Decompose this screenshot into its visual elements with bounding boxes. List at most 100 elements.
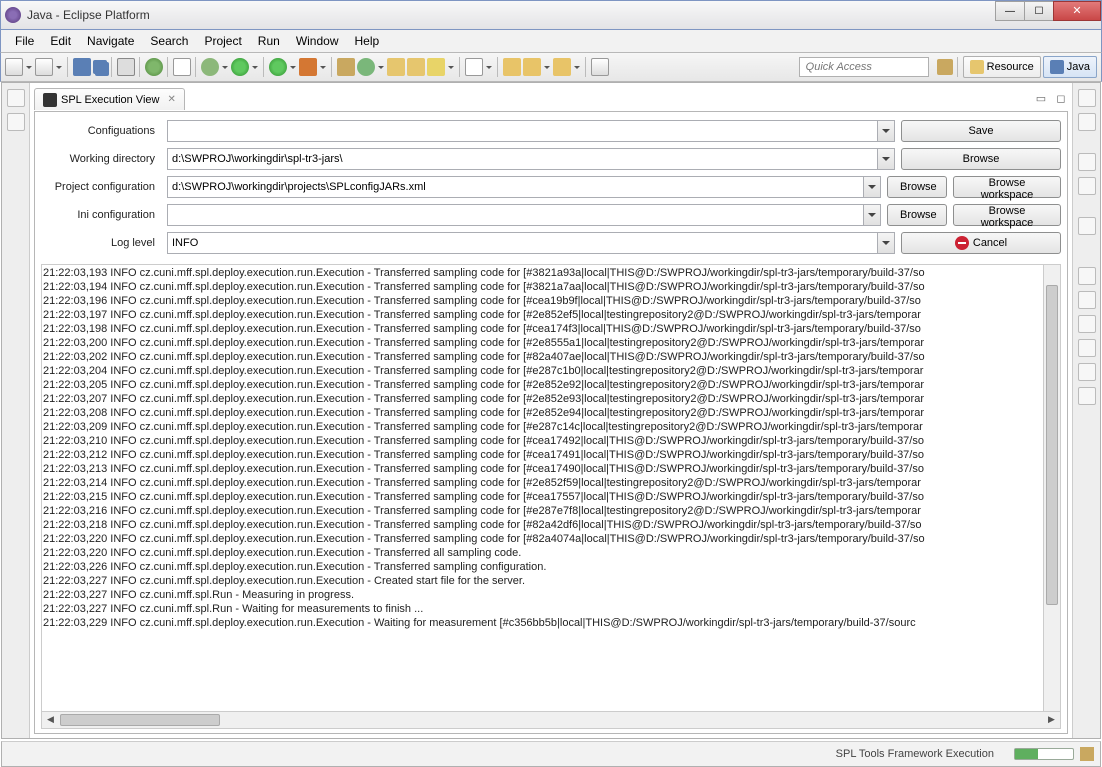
configurations-dropdown-icon[interactable] [877,121,894,141]
new-project-icon[interactable] [35,58,53,76]
minimize-button[interactable] [995,1,1025,21]
new-folder-icon[interactable] [387,58,405,76]
new-dropdown[interactable] [25,58,33,76]
new-package-icon[interactable] [337,58,355,76]
maximize-button[interactable] [1024,1,1054,21]
back-icon[interactable] [523,58,541,76]
run-last-icon[interactable] [269,58,287,76]
scroll-right-icon[interactable]: ▶ [1043,712,1060,728]
menu-project[interactable]: Project [196,32,249,50]
close-tab-icon[interactable]: ✕ [167,94,175,105]
maximize-view-icon[interactable]: ◻ [1054,92,1068,106]
loglevel-input[interactable] [168,233,876,253]
javadoc-trim-icon[interactable] [1078,315,1096,333]
scrollbar-thumb-h[interactable] [60,714,220,726]
debug-dropdown[interactable] [221,58,229,76]
workingdir-dropdown-icon[interactable] [877,149,894,169]
iniconfig-combo[interactable] [167,204,881,226]
browse-workspace-projectconfig-button[interactable]: Browse workspace [953,176,1061,198]
tab-spl-execution-view[interactable]: SPL Execution View ✕ [34,88,185,110]
minimize-view-icon[interactable]: ▭ [1034,92,1048,106]
perspective-java[interactable]: Java [1043,56,1097,78]
menu-file[interactable]: File [7,32,42,50]
restore-right-icon[interactable] [1078,89,1096,107]
last-edit-icon[interactable] [503,58,521,76]
save-all-icon[interactable] [93,60,107,74]
problems-trim-icon[interactable] [1078,291,1096,309]
log-horizontal-scrollbar[interactable]: ◀ ▶ [41,712,1061,729]
browse-workspace-iniconfig-button[interactable]: Browse workspace [953,204,1061,226]
spl-trim-icon[interactable] [1078,217,1096,235]
hierarchy-trim-icon[interactable] [1078,177,1096,195]
menu-edit[interactable]: Edit [42,32,79,50]
forward-dropdown[interactable] [573,58,581,76]
log-line: 21:22:03,198 INFO cz.cuni.mff.spl.deploy… [43,322,1059,336]
new-class-dropdown[interactable] [377,58,385,76]
run-last-dropdown[interactable] [289,58,297,76]
projectconfig-input[interactable] [168,177,862,197]
run-icon[interactable] [231,58,249,76]
menu-help[interactable]: Help [347,32,388,50]
configurations-combo[interactable] [167,120,895,142]
pin-editor-icon[interactable] [591,58,609,76]
external-tools-dropdown[interactable] [319,58,327,76]
back-dropdown[interactable] [543,58,551,76]
save-icon[interactable] [73,58,91,76]
browse-projectconfig-button[interactable]: Browse [887,176,947,198]
close-window-button[interactable] [1053,1,1101,21]
outline-trim-icon[interactable] [1078,153,1096,171]
cancel-button[interactable]: Cancel [901,232,1061,254]
scroll-left-icon[interactable]: ◀ [42,712,59,728]
progress-bar[interactable] [1014,748,1074,760]
iniconfig-dropdown-icon[interactable] [863,205,880,225]
task-list-trim-icon[interactable] [1078,113,1096,131]
search-tb-dropdown[interactable] [485,58,493,76]
external-tools-icon[interactable] [299,58,317,76]
iniconfig-input[interactable] [168,205,862,225]
forward-icon[interactable] [553,58,571,76]
console-trim-icon[interactable] [1078,363,1096,381]
loglevel-combo[interactable] [167,232,895,254]
log-vertical-scrollbar[interactable] [1043,265,1060,711]
configurations-input[interactable] [168,121,876,141]
search-icon[interactable] [173,58,191,76]
package-explorer-trim-icon[interactable] [7,113,25,131]
skip-breakpoints-icon[interactable] [145,58,163,76]
menu-navigate[interactable]: Navigate [79,32,142,50]
new-icon[interactable] [5,58,23,76]
log-line: 21:22:03,229 INFO cz.cuni.mff.spl.deploy… [43,616,1059,630]
declaration-trim-icon[interactable] [1078,339,1096,357]
menu-window[interactable]: Window [288,32,347,50]
log-line: 21:22:03,200 INFO cz.cuni.mff.spl.deploy… [43,336,1059,350]
perspective-resource[interactable]: Resource [963,56,1041,78]
workingdir-combo[interactable] [167,148,895,170]
open-task-dropdown[interactable] [447,58,455,76]
right-trim-bar [1072,83,1100,738]
new-project-dropdown[interactable] [55,58,63,76]
open-task-icon[interactable] [427,58,445,76]
save-button[interactable]: Save [901,120,1061,142]
workingdir-input[interactable] [168,149,876,169]
projectconfig-combo[interactable] [167,176,881,198]
quick-access-input[interactable] [799,57,929,77]
run-dropdown[interactable] [251,58,259,76]
open-type-icon[interactable] [407,58,425,76]
scrollbar-thumb[interactable] [1046,285,1058,605]
debug-icon[interactable] [201,58,219,76]
browse-iniconfig-button[interactable]: Browse [887,204,947,226]
projectconfig-dropdown-icon[interactable] [863,177,880,197]
main-toolbar: Resource Java [0,52,1102,82]
restore-bottom-icon[interactable] [1078,267,1096,285]
open-perspective-icon[interactable] [937,59,953,75]
print-icon[interactable] [117,58,135,76]
show-background-operations-icon[interactable] [1080,747,1094,761]
restore-left-icon[interactable] [7,89,25,107]
loglevel-dropdown-icon[interactable] [877,233,894,253]
menu-run[interactable]: Run [250,32,288,50]
search-tb-icon[interactable] [465,58,483,76]
menu-search[interactable]: Search [142,32,196,50]
error-log-trim-icon[interactable] [1078,387,1096,405]
new-class-icon[interactable] [357,58,375,76]
browse-workingdir-button[interactable]: Browse [901,148,1061,170]
log-output[interactable]: 21:22:03,193 INFO cz.cuni.mff.spl.deploy… [41,264,1061,712]
